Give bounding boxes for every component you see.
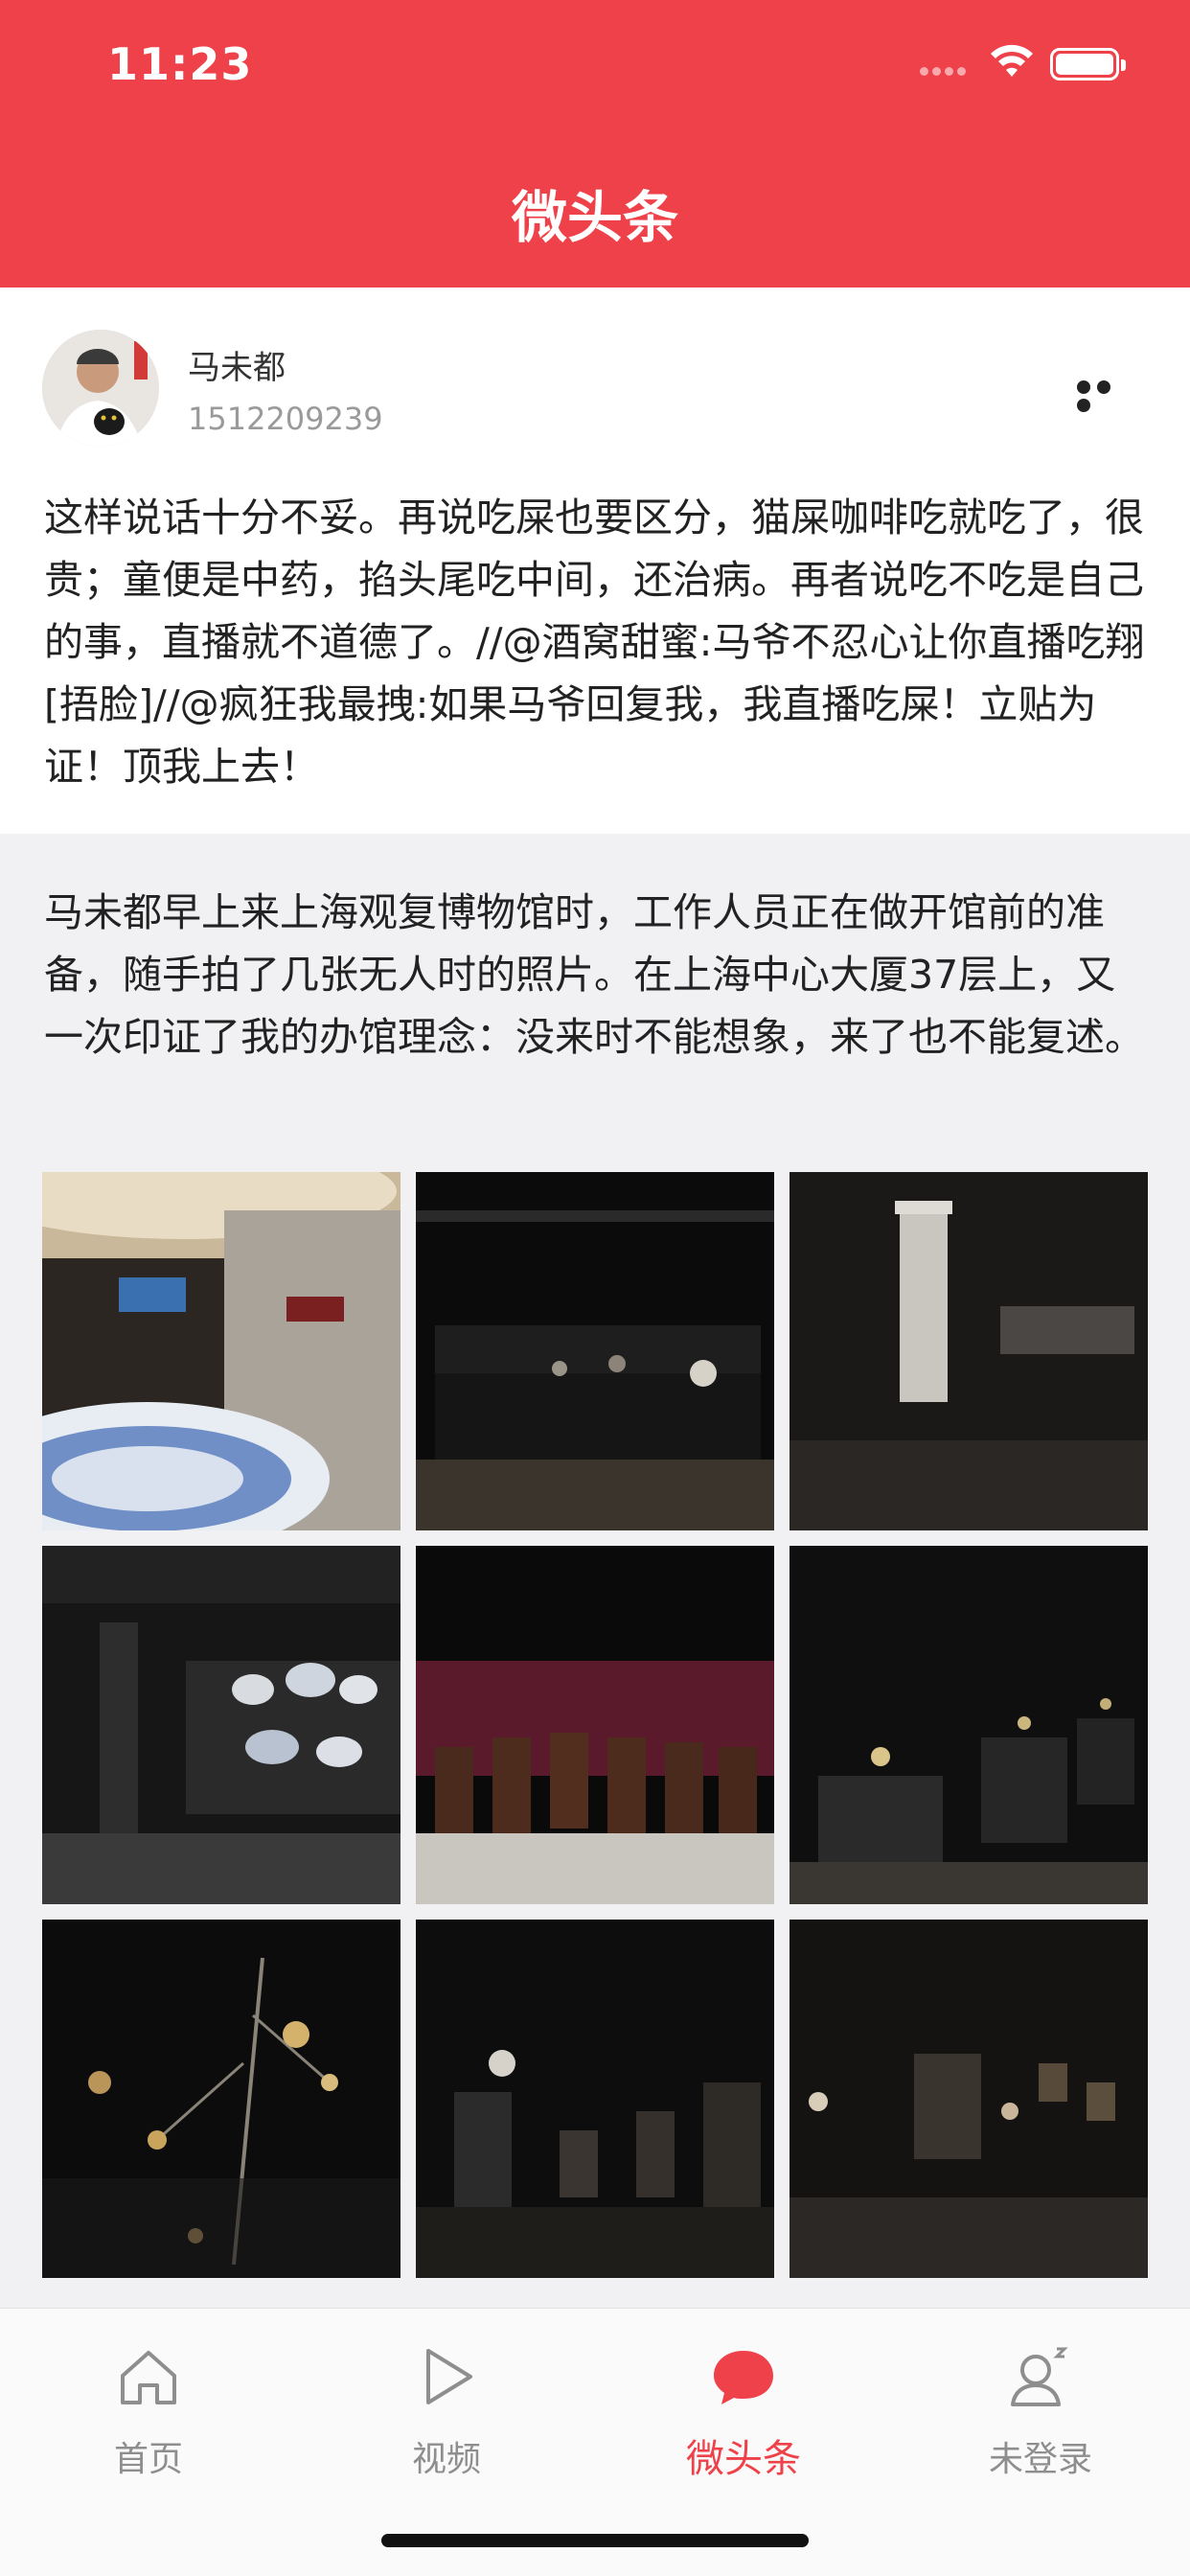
photo-grid (42, 1172, 1148, 2278)
display-cases-photo[interactable] (790, 1546, 1148, 1904)
niche-displays-photo[interactable] (790, 1920, 1148, 2278)
bead-curtain-photo[interactable] (790, 1172, 1148, 1530)
status-time: 11:23 (107, 38, 253, 90)
post-comment[interactable]: 这样说话十分不妥。再说吃屎也要区分，猫屎咖啡吃就吃了，很贵；童便是中药，掐头尾吃… (44, 487, 1146, 798)
tab-home[interactable]: 首页 (53, 2343, 244, 2496)
post-author-row: 马未都 1512209239 (0, 288, 1190, 460)
author-id: 1512209239 (188, 401, 383, 437)
dark-gallery-photo[interactable] (416, 1172, 774, 1530)
tab-weitoutiao[interactable]: 微头条 (648, 2343, 839, 2496)
tab-label: 未登录 (988, 2440, 1092, 2479)
wifi-icon (991, 44, 1033, 77)
repost-text: 马未都早上来上海观复博物馆时，工作人员正在做开馆前的准备，随手拍了几张无人时的照… (44, 889, 1144, 1060)
battery-icon (1050, 48, 1126, 80)
home-icon (121, 2351, 176, 2404)
author-name[interactable]: 马未都 (188, 341, 286, 388)
gold-artifacts-photo[interactable] (42, 1920, 400, 2278)
header-bar: 11:23 微头条 (0, 0, 1190, 288)
user-icon (1011, 2347, 1068, 2406)
page-title: 微头条 (511, 185, 678, 250)
repost-card[interactable]: 马未都早上来上海观复博物馆时，工作人员正在做开馆前的准备，随手拍了几张无人时的照… (0, 834, 1190, 2308)
chair-exhibit-photo[interactable] (416, 1546, 774, 1904)
museum-lobby-photo[interactable] (42, 1172, 400, 1530)
more-options-icon[interactable] (1077, 380, 1136, 412)
chat-bubble-icon (714, 2351, 773, 2404)
avatar[interactable] (42, 330, 159, 447)
signal-icon (920, 61, 973, 76)
tab-profile[interactable]: 未登录 (945, 2343, 1136, 2496)
tab-video[interactable]: 视频 (351, 2343, 542, 2496)
app-screen: 11:23 微头条 马未都 1512209239 这样说话十分不妥。再说吃屎也要… (0, 0, 1190, 2576)
home-indicator (381, 2534, 809, 2547)
porcelain-display-photo[interactable] (42, 1546, 400, 1904)
tab-label: 微头条 (686, 2437, 801, 2481)
tab-label: 首页 (113, 2440, 183, 2479)
tab-label: 视频 (411, 2440, 481, 2479)
play-icon (426, 2349, 472, 2404)
buddha-statues-photo[interactable] (416, 1920, 774, 2278)
